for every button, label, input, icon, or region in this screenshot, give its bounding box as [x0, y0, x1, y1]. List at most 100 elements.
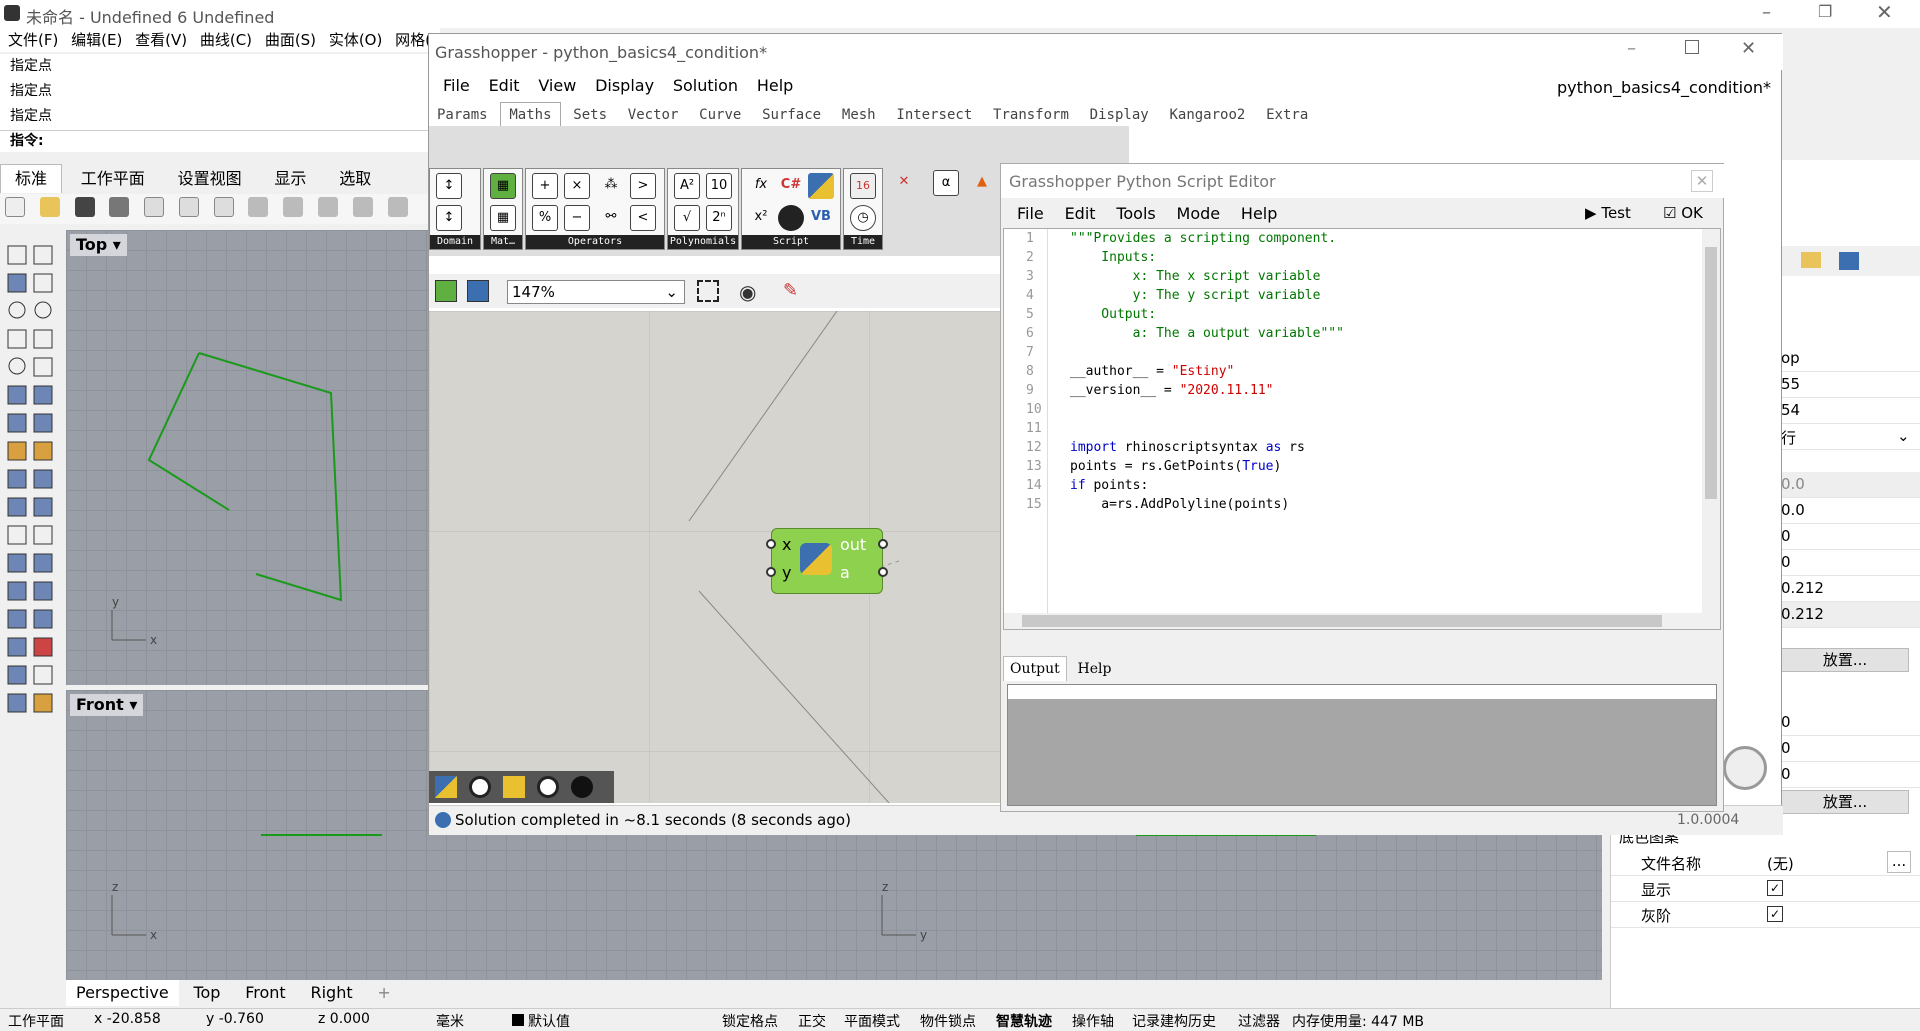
toggle-ortho[interactable]: 正交 [798, 1011, 826, 1031]
test-button[interactable]: ▶ Test [1585, 204, 1631, 222]
tab-output[interactable]: Output [1003, 656, 1067, 681]
gh-tab-maths[interactable]: Maths [500, 102, 561, 127]
extra-tool-icon[interactable]: ✕ [891, 170, 917, 196]
code-line[interactable]: points = rs.GetPoints(True) [1070, 457, 1344, 476]
sketch-icon[interactable]: ✎ [783, 280, 798, 301]
menu-curve[interactable]: 曲线(C) [200, 28, 252, 52]
show-row[interactable]: 显示 ✓ [1611, 876, 1920, 902]
matrix-icon[interactable]: ▦ [490, 173, 516, 199]
widget-icon[interactable] [469, 776, 491, 798]
menu-view[interactable]: 查看(V) [135, 28, 187, 52]
tab-front[interactable]: Front [235, 980, 295, 1006]
gh-tab-mesh[interactable]: Mesh [834, 103, 884, 127]
tab-cplanes[interactable]: 工作平面 [67, 165, 159, 193]
code-line[interactable]: x: The x script variable [1070, 267, 1344, 286]
input-grip[interactable] [766, 567, 776, 577]
sqrt-icon[interactable]: √ [674, 205, 700, 231]
command-prompt[interactable]: 指令: [0, 130, 440, 152]
toggle-gumball[interactable]: 操作轴 [1072, 1011, 1114, 1031]
python-black-icon[interactable] [778, 205, 804, 231]
input-grip[interactable] [766, 539, 776, 549]
place-button-2[interactable]: 放置... [1781, 790, 1909, 814]
code-line[interactable]: __author__ = "Estiny" [1070, 362, 1344, 381]
gh-tab-display[interactable]: Display [1082, 103, 1157, 127]
tab-perspective[interactable]: Perspective [66, 980, 179, 1006]
toggle-grid-snap[interactable]: 锁定格点 [722, 1011, 778, 1031]
gh-tab-sets[interactable]: Sets [565, 103, 615, 127]
zoom-window-icon[interactable] [352, 197, 373, 217]
editor-menu-file[interactable]: File [1017, 200, 1044, 228]
gh-minimize-icon[interactable]: – [1627, 38, 1636, 59]
code-line[interactable]: a: The a output variable""" [1070, 324, 1344, 343]
code-line[interactable]: y: The y script variable [1070, 286, 1344, 305]
code-line[interactable] [1070, 343, 1344, 362]
restore-icon[interactable]: ❐ [1818, 2, 1832, 21]
extra-tool-icon[interactable]: α [933, 170, 959, 196]
gh-menu-file[interactable]: File [443, 72, 470, 100]
matrix-icon[interactable]: ▦ [490, 205, 516, 231]
save-file-icon[interactable] [467, 280, 489, 302]
domain-icon[interactable]: ↕ [436, 173, 462, 199]
status-layer[interactable]: 默认值 [528, 1011, 570, 1031]
minus-icon[interactable]: − [564, 205, 590, 231]
python-black-widget-icon[interactable] [571, 776, 593, 798]
output-grip[interactable] [878, 539, 888, 549]
new-icon[interactable] [5, 197, 25, 217]
tab-select[interactable]: 选取 [325, 165, 385, 193]
show-checkbox[interactable]: ✓ [1767, 880, 1783, 896]
tab-set-view[interactable]: 设置视图 [164, 165, 256, 193]
gh-canvas[interactable] [429, 311, 1004, 803]
multiply-icon[interactable]: × [564, 173, 590, 199]
file-name-row[interactable]: 文件名称 (无)... [1611, 850, 1920, 876]
domain-icon[interactable]: ↕ [436, 205, 462, 231]
gh-document-name[interactable]: python_basics4_condition* [1557, 78, 1771, 97]
gh-close-icon[interactable]: ✕ [1741, 38, 1756, 59]
chevron-down-icon[interactable]: ⌄ [1897, 427, 1910, 445]
widget-icon[interactable] [503, 776, 525, 798]
gh-menu-view[interactable]: View [538, 72, 576, 100]
gh-tab-curve[interactable]: Curve [691, 103, 749, 127]
code-line[interactable] [1070, 419, 1344, 438]
code-line[interactable]: Inputs: [1070, 248, 1344, 267]
code-line[interactable]: Output: [1070, 305, 1344, 324]
widget-icon[interactable] [537, 776, 559, 798]
close-icon[interactable]: ✕ [1876, 0, 1893, 24]
vertical-scrollbar[interactable] [1702, 229, 1720, 629]
toggle-planar[interactable]: 平面模式 [844, 1011, 900, 1031]
python-widget-icon[interactable] [435, 776, 457, 798]
menu-file[interactable]: 文件(F) [8, 28, 58, 52]
toggle-filter[interactable]: 过滤器 [1238, 1011, 1280, 1031]
gh-tab-intersect[interactable]: Intersect [888, 103, 980, 127]
gate-icon[interactable]: ⁂ [598, 173, 624, 199]
editor-menu-help[interactable]: Help [1241, 200, 1277, 228]
python-script-component[interactable]: x y out a [766, 528, 888, 594]
expression-icon[interactable]: fx [748, 173, 774, 199]
folder-icon[interactable] [1801, 252, 1821, 268]
power10-icon[interactable]: 10 [706, 173, 732, 199]
tab-top[interactable]: Top [183, 980, 230, 1006]
undo-icon[interactable] [248, 197, 269, 217]
horizontal-scrollbar[interactable] [1004, 613, 1704, 629]
print-icon[interactable] [109, 197, 130, 217]
editor-menu-edit[interactable]: Edit [1065, 200, 1096, 228]
menu-mesh[interactable]: 网格( [395, 28, 431, 52]
code-line[interactable]: __version__ = "2020.11.11" [1070, 381, 1344, 400]
gh-menu-help[interactable]: Help [757, 72, 793, 100]
zoom-extents-icon[interactable] [697, 280, 719, 302]
tab-help[interactable]: Help [1072, 657, 1118, 681]
place-button[interactable]: 放置... [1781, 648, 1909, 672]
evaluate-icon[interactable]: x² [748, 205, 774, 231]
plus-icon[interactable]: + [532, 173, 558, 199]
toggle-history[interactable]: 记录建构历史 [1132, 1011, 1216, 1031]
open-file-icon[interactable] [435, 280, 457, 302]
gh-tab-vector[interactable]: Vector [620, 103, 687, 127]
gh-maximize-icon[interactable] [1685, 40, 1699, 54]
paste-icon[interactable] [213, 197, 234, 217]
gh-tab-params[interactable]: Params [429, 103, 496, 127]
gh-menu-edit[interactable]: Edit [489, 72, 520, 100]
add-viewport-tab[interactable]: + [367, 980, 400, 1006]
toggle-smarttrack[interactable]: 智慧轨迹 [996, 1011, 1052, 1031]
extra-tool-icon[interactable]: ▲ [969, 170, 995, 196]
gh-tab-extra[interactable]: Extra [1258, 103, 1316, 127]
menu-surface[interactable]: 曲面(S) [265, 28, 316, 52]
